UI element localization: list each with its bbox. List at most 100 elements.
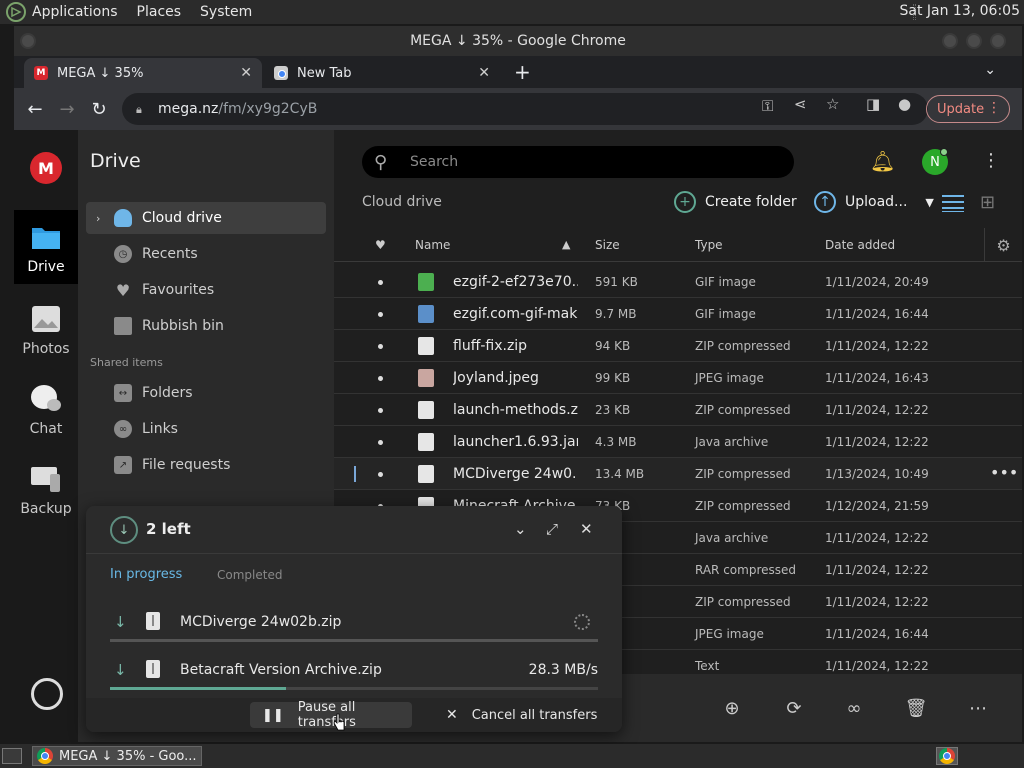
table-row[interactable]: MCDiverge 24w0... 13.4 MB ZIP compressed 1/… (334, 458, 1022, 490)
forward-arrow-icon[interactable]: → (56, 98, 78, 120)
transfer-item[interactable]: ↓ Betacraft Version Archive.zip 28.3 MB/… (110, 656, 598, 696)
zip-file-icon (146, 612, 160, 630)
bell-icon[interactable]: 🔔︎ (870, 149, 895, 173)
window-titlebar[interactable]: MEGA ↓ 35% - Google Chrome (14, 26, 1022, 56)
pause-all-button[interactable]: ❚❚ Pause all transfers (250, 700, 412, 730)
taskbar-item-label: MEGA ↓ 35% - Goo... (59, 748, 197, 764)
table-row[interactable]: Joyland.jpeg 99 KB JPEG image 1/11/2024, 16… (334, 362, 1022, 394)
close-tab-icon[interactable]: ✕ (478, 65, 490, 81)
table-row[interactable]: launch-methods.zip 23 KB ZIP compressed 1/1… (334, 394, 1022, 426)
table-row[interactable]: ezgif-2-ef273e70... 591 KB GIF image 1/11/2… (334, 266, 1022, 298)
file-type: Java archive (695, 435, 769, 449)
distro-logo-icon[interactable] (6, 2, 26, 22)
reload-icon[interactable]: ↻ (88, 98, 110, 120)
breadcrumb[interactable]: Cloud drive (362, 194, 442, 210)
tab-completed[interactable]: Completed (217, 568, 282, 582)
window-menu-button[interactable] (20, 33, 36, 49)
file-type: RAR compressed (695, 563, 797, 577)
side-panel-icon[interactable]: ◨ (866, 95, 880, 113)
more-options-icon[interactable]: ⋯ (966, 696, 990, 720)
expand-icon[interactable]: ⤢ (546, 520, 558, 538)
clock[interactable]: Sat Jan 13, 06:05 (900, 3, 1021, 19)
sidebar-item-file-requests[interactable]: ↗ File requests (86, 449, 326, 481)
close-window-button[interactable] (990, 33, 1006, 49)
mega-logo-icon[interactable]: M (30, 152, 62, 184)
rail-item-backup[interactable]: Backup (14, 464, 78, 517)
table-row[interactable]: fluff-fix.zip 94 KB ZIP compressed 1/11/202… (334, 330, 1022, 362)
url-path: /fm/xy9g2CyB (218, 101, 318, 117)
favourite-column-heart-icon[interactable]: ♥ (375, 238, 386, 252)
sidebar-item-label: Links (142, 421, 178, 437)
sidebar-item-recents[interactable]: ◷ Recents (86, 238, 326, 270)
chevron-down-icon[interactable]: ▼ (925, 196, 933, 209)
show-desktop-button[interactable] (2, 748, 22, 764)
kebab-menu-icon[interactable]: ⋮ (982, 150, 1000, 171)
tab-new-tab[interactable]: New Tab ✕ (264, 58, 500, 88)
bookmark-star-icon[interactable]: ☆ (826, 95, 839, 113)
sidebar-item-folders[interactable]: ↔ Folders (86, 377, 326, 409)
table-row[interactable]: launcher1.6.93.jar 4.3 MB Java archive 1/11… (334, 426, 1022, 458)
maximize-button[interactable] (966, 33, 982, 49)
list-view-icon[interactable] (942, 192, 964, 212)
column-date[interactable]: Date added (825, 238, 895, 252)
minimize-button[interactable] (942, 33, 958, 49)
sidebar-item-rubbish-bin[interactable]: Rubbish bin (86, 310, 326, 342)
chevron-right-icon[interactable]: › (96, 212, 100, 225)
download-icon[interactable]: ⊕ (720, 696, 744, 720)
address-bar[interactable]: 🔒︎ mega.nz/fm/xy9g2CyB (122, 93, 928, 125)
column-name[interactable]: Name (415, 238, 450, 252)
file-type: ZIP compressed (695, 467, 791, 481)
top-panel: Applications Places System Sat Jan 13, 0… (0, 0, 1024, 24)
create-folder-label: Create folder (705, 194, 797, 210)
sidebar-item-links[interactable]: ∞ Links (86, 413, 326, 445)
close-icon[interactable]: ✕ (580, 520, 593, 538)
menu-applications[interactable]: Applications (32, 4, 118, 20)
share-folder-icon[interactable]: ⟳ (782, 696, 806, 720)
rail-item-drive[interactable]: Drive (14, 210, 78, 284)
column-settings-gear-icon[interactable]: ⚙ (984, 228, 1022, 262)
link-icon[interactable]: ∞ (842, 696, 866, 720)
taskbar-item-chrome[interactable]: MEGA ↓ 35% - Goo... (32, 746, 202, 766)
new-tab-button[interactable]: + (514, 60, 531, 84)
chevron-down-icon[interactable]: ⌄ (984, 62, 996, 78)
back-arrow-icon[interactable]: ← (24, 98, 46, 120)
sidebar-item-cloud-drive[interactable]: › Cloud drive (86, 202, 326, 234)
share-icon[interactable]: ⋖ (794, 95, 807, 113)
grid-view-icon[interactable]: ⊞ (980, 192, 1000, 213)
file-type-icon (418, 433, 434, 451)
search-input[interactable]: ⚲ Search (362, 146, 794, 178)
tab-in-progress[interactable]: In progress (110, 567, 182, 582)
menu-places[interactable]: Places (137, 4, 182, 20)
tab-mega[interactable]: M MEGA ↓ 35% ✕ (24, 58, 262, 88)
workspace-switcher[interactable] (936, 747, 958, 765)
rail-item-chat[interactable]: Chat (14, 384, 78, 437)
kebab-menu-icon[interactable]: ⋮ (987, 100, 1001, 116)
menu-system[interactable]: System (200, 4, 252, 20)
more-options-icon[interactable]: ••• (990, 463, 1018, 482)
transfer-manager-icon[interactable] (31, 678, 63, 710)
transfer-progress-bar (110, 687, 598, 690)
rail-label: Photos (22, 341, 70, 357)
lock-icon[interactable]: 🔒︎ (136, 103, 148, 116)
upload-button[interactable]: ↑ Upload... ▼ (814, 189, 934, 215)
file-type: JPEG image (695, 371, 764, 385)
sidebar-item-favourites[interactable]: ♥ Favourites (86, 274, 326, 306)
update-button[interactable]: Update ⋮ (926, 95, 1010, 123)
close-tab-icon[interactable]: ✕ (240, 65, 252, 81)
create-folder-button[interactable]: + Create folder (674, 189, 797, 215)
profile-icon[interactable]: ● (898, 95, 911, 113)
sort-ascending-icon[interactable]: ▲ (562, 238, 570, 251)
key-icon[interactable]: ⚿ (762, 97, 773, 115)
column-type[interactable]: Type (695, 238, 723, 252)
sidebar-title: Drive (90, 150, 141, 172)
file-name: MCDiverge 24w0... (453, 466, 578, 482)
column-size[interactable]: Size (595, 238, 620, 252)
transfer-item[interactable]: ↓ MCDiverge 24w02b.zip (110, 608, 598, 648)
table-row[interactable]: ezgif.com-gif-mak... 9.7 MB GIF image 1/11/… (334, 298, 1022, 330)
collapse-chevron-icon[interactable]: ⌄ (514, 520, 527, 538)
file-date: 1/11/2024, 12:22 (825, 531, 929, 545)
trash-icon[interactable]: 🗑︎ (904, 696, 928, 720)
cloud-icon (114, 209, 132, 227)
rail-item-photos[interactable]: Photos (14, 304, 78, 357)
cancel-all-button[interactable]: ✕ Cancel all transfers (446, 702, 597, 728)
